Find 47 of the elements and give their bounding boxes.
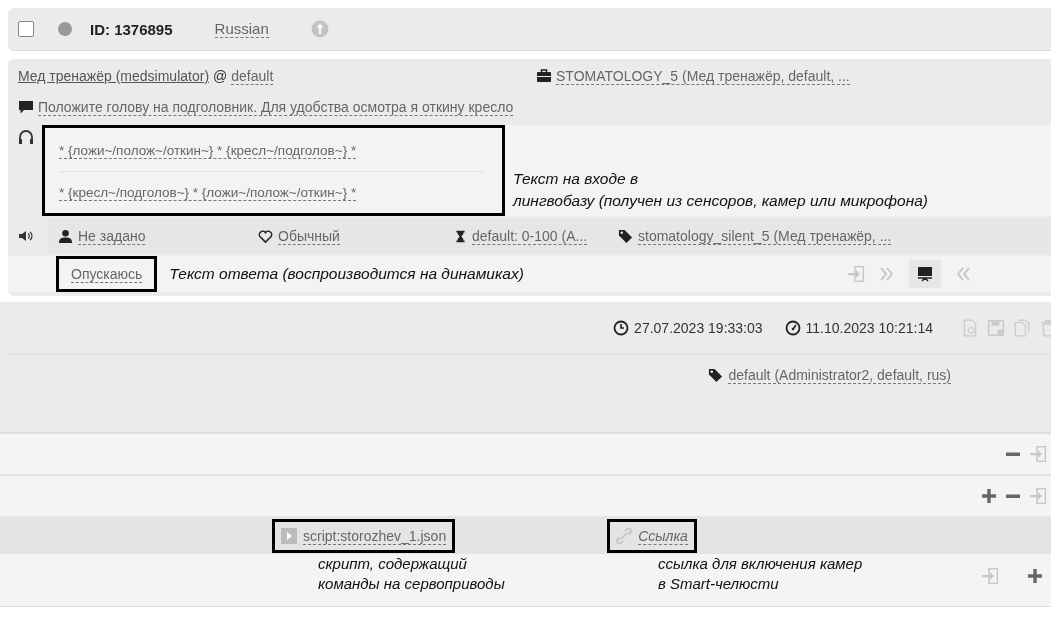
link-icon: [616, 528, 633, 544]
tag-icon: [618, 228, 633, 244]
speaker-icon: [18, 228, 34, 244]
attribute-link[interactable]: Не задано: [78, 227, 146, 245]
clock-icon: [613, 320, 630, 336]
headphones-icon: [18, 129, 34, 145]
attribute-link[interactable]: stomatology_silent_5 (Мед тренажёр, ...: [638, 227, 892, 245]
annotation-text: ссылка для включения камер в Smart-челюсти: [658, 554, 863, 594]
tag-icon: [708, 367, 724, 383]
created-date: 27.07.2023 19:33:03: [634, 320, 763, 336]
pattern-text[interactable]: * {кресл~/подголов~} * {ложи~/полож~/откин~} *: [59, 184, 357, 201]
language-link[interactable]: Russian: [214, 20, 269, 38]
heart-icon: [258, 228, 273, 244]
modified-date: 11.10.2023 10:21:14: [805, 320, 933, 336]
pattern-text[interactable]: * {ложи~/полож~/откин~} * {кресл~/подголов~} *: [59, 142, 357, 159]
select-checkbox[interactable]: [18, 21, 34, 37]
person-icon: [58, 228, 73, 244]
project-link[interactable]: STOMATOLOGY_5 (Мед тренажёр, default, ...: [556, 67, 850, 85]
monitor-icon: [917, 266, 933, 282]
comment-icon: [18, 99, 34, 115]
annotation-text: Текст на входе в лингвобазу (получен из сенсоров, камер или микрофона): [513, 169, 930, 211]
copy-icon: [1013, 319, 1031, 337]
record-id: ID: 1376895: [90, 20, 173, 38]
attribute-link[interactable]: default: 0-100 (A...: [472, 227, 588, 245]
enter-icon: [1029, 487, 1047, 505]
owner-link[interactable]: default: [231, 67, 274, 85]
double-chevron-right-icon: [879, 266, 895, 282]
save-icon: [987, 319, 1005, 337]
preview-icon: [961, 319, 979, 337]
gauge-icon: [784, 320, 801, 336]
annotation-text: Текст ответа (воспроизводится на динамиках): [169, 264, 524, 284]
plus-icon: [981, 488, 997, 504]
plus-icon: [1027, 568, 1043, 584]
bot-link[interactable]: Мед тренажёр (medsimulator): [18, 68, 210, 84]
enter-icon: [981, 567, 999, 585]
double-chevron-left-icon: [955, 266, 971, 282]
at-sign: @: [213, 68, 228, 84]
enter-icon: [847, 265, 865, 283]
play-icon: [281, 528, 297, 544]
enter-icon: [1029, 445, 1047, 463]
briefcase-icon: [536, 68, 552, 84]
tag-link[interactable]: default (Administrator2, default, rus): [728, 366, 951, 384]
annotation-text: скрипт, содержащий команды на сервоприводы: [318, 554, 506, 594]
status-dot: [58, 22, 72, 36]
attribute-link[interactable]: Обычный: [278, 227, 340, 245]
phrase-text[interactable]: Положите голову на подголовник. Для удобства осмотра я откину кресло: [38, 98, 514, 116]
hourglass-icon: [454, 228, 467, 244]
